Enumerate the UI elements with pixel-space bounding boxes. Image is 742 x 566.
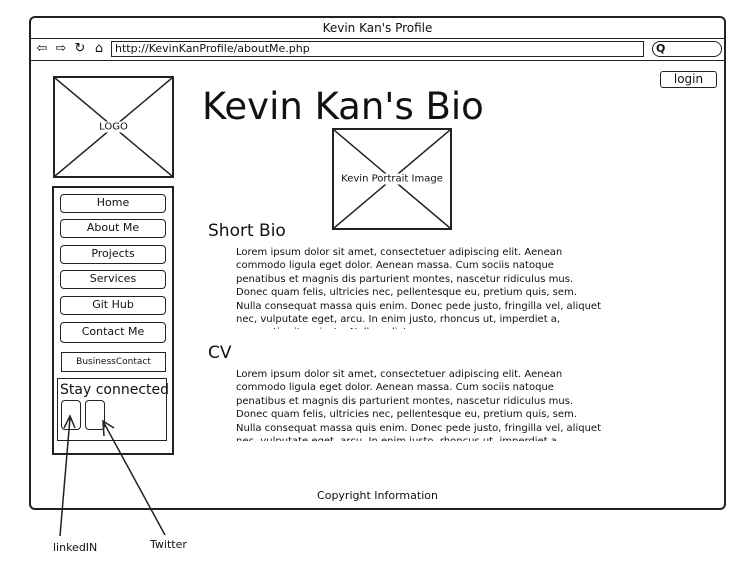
linkedin-callout-label: linkedIN [53, 541, 98, 554]
twitter-callout-line [103, 422, 166, 536]
twitter-callout-label: Twitter [150, 538, 187, 551]
callout-arrows [59, 414, 166, 537]
linkedin-callout-line [59, 417, 71, 537]
